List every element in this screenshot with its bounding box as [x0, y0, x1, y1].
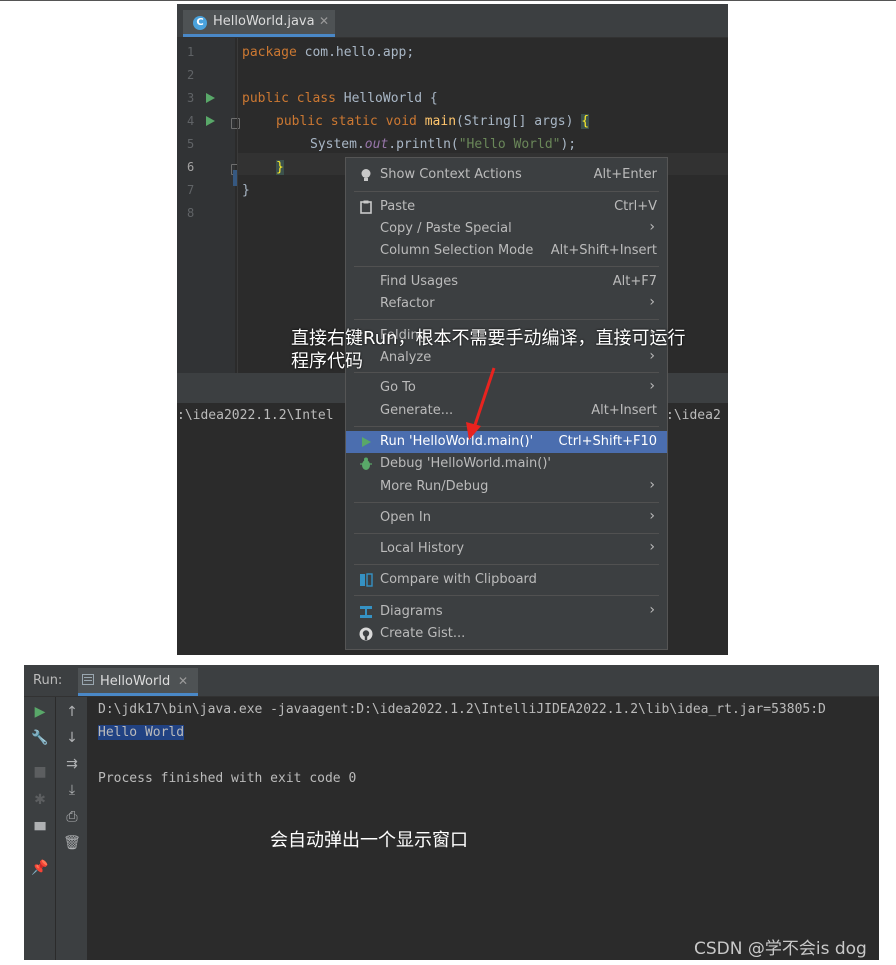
run-gutter-icon[interactable]	[206, 116, 215, 126]
menu-item-refactor[interactable]: Refactor ›	[346, 293, 667, 315]
debug-icon	[360, 457, 372, 470]
line-number: 5	[187, 137, 195, 151]
menu-separator	[354, 533, 659, 534]
line-number: 7	[187, 183, 195, 197]
editor-gutter: 1 2 3 4 5 6 7 8	[177, 38, 240, 373]
bulb-icon	[361, 169, 371, 181]
stop-icon[interactable]: ■	[31, 763, 49, 781]
menu-item-debug-helloworld[interactable]: Debug 'HelloWorld.main()'	[346, 453, 667, 475]
menu-item-copy-paste-special[interactable]: Copy / Paste Special ›	[346, 218, 667, 240]
trash-icon[interactable]: 🗑	[63, 834, 81, 852]
menu-item-more-run-debug[interactable]: More Run/Debug ›	[346, 476, 667, 498]
arrow-down-icon[interactable]: ↓	[63, 729, 81, 747]
diagram-icon	[360, 606, 372, 618]
menu-item-show-context-actions[interactable]: Show Context Actions Alt+Enter	[346, 164, 667, 186]
clipboard-icon	[360, 200, 372, 214]
submenu-arrow-icon: ›	[649, 219, 655, 235]
console-fragment-left: :\idea2022.1.2\Intel	[177, 408, 334, 423]
code-line-5[interactable]: System.out.println("Hello World");	[310, 137, 576, 152]
menu-item-find-usages[interactable]: Find Usages Alt+F7	[346, 271, 667, 293]
wrench-icon[interactable]: 🔧	[31, 729, 49, 747]
arrow-up-icon[interactable]: ↑	[63, 703, 81, 721]
run-gutter-icon[interactable]	[206, 93, 215, 103]
menu-item-column-selection-mode[interactable]: Column Selection Mode Alt+Shift+Insert	[346, 240, 667, 262]
submenu-arrow-icon: ›	[649, 539, 655, 555]
run-icon	[362, 437, 371, 447]
code-line-7[interactable]: }	[242, 183, 250, 198]
print-icon[interactable]: ⎙	[63, 808, 81, 826]
annotation-auto-popup: 会自动弹出一个显示窗口	[270, 830, 468, 851]
menu-separator	[354, 564, 659, 565]
line-number: 1	[187, 45, 195, 59]
menu-item-paste[interactable]: Paste Ctrl+V	[346, 196, 667, 218]
menu-item-diagrams[interactable]: Diagrams ›	[346, 601, 667, 623]
java-class-icon: C	[193, 16, 207, 30]
line-number: 6	[187, 160, 195, 174]
run-label: Run:	[33, 673, 63, 688]
line-number: 8	[187, 206, 195, 220]
file-tab-label: HelloWorld.java	[213, 14, 315, 29]
menu-separator	[354, 502, 659, 503]
gutter-divider	[237, 38, 238, 373]
code-line-4[interactable]: public static void main(String[] args) {	[276, 114, 590, 129]
console-line-command: D:\jdk17\bin\java.exe -javaagent:D:\idea…	[98, 702, 826, 717]
menu-separator	[354, 191, 659, 192]
compare-icon	[360, 573, 373, 587]
top-rule	[0, 0, 896, 1]
line-number: 4	[187, 114, 195, 128]
soft-wrap-icon[interactable]: ⇉	[63, 755, 81, 773]
context-menu: Show Context Actions Alt+Enter Paste Ctrl+…	[345, 157, 668, 650]
console-line-output: Hello World	[98, 725, 185, 740]
pin-icon[interactable]: 📌	[31, 859, 49, 877]
code-line-1[interactable]: package com.hello.app;	[242, 45, 414, 60]
code-line-3[interactable]: public class HelloWorld {	[242, 91, 438, 106]
file-tab-helloworld[interactable]: C HelloWorld.java ✕	[183, 10, 335, 37]
run-toolbar-primary: ▶ 🔧 ■ ✱ ▀ 📌	[24, 697, 55, 960]
console-line-exit: Process finished with exit code 0	[98, 771, 357, 786]
menu-item-compare-with-clipboard[interactable]: Compare with Clipboard	[346, 569, 667, 591]
menu-separator	[354, 319, 659, 320]
submenu-arrow-icon: ›	[649, 294, 655, 310]
menu-item-run-helloworld[interactable]: Run 'HelloWorld.main()' Ctrl+Shift+F10	[346, 431, 667, 453]
menu-separator	[354, 266, 659, 267]
menu-item-go-to[interactable]: Go To ›	[346, 377, 667, 399]
run-header: Run: HelloWorld ✕	[24, 665, 879, 697]
close-tab-icon[interactable]: ✕	[178, 674, 188, 688]
run-tool-window: Run: HelloWorld ✕ ▶ 🔧 ■ ✱ ▀ 📌 ↑ ↓ ⇉ ⤓ ⎙ …	[24, 665, 879, 960]
submenu-arrow-icon: ›	[649, 378, 655, 394]
fold-marker-icon[interactable]	[231, 118, 240, 129]
line-number: 2	[187, 68, 195, 82]
submenu-arrow-icon: ›	[649, 602, 655, 618]
menu-separator	[354, 426, 659, 427]
submenu-arrow-icon: ›	[649, 508, 655, 524]
line-number: 3	[187, 91, 195, 105]
console-tab-icon	[82, 674, 94, 685]
scroll-to-end-icon[interactable]: ⤓	[63, 781, 81, 799]
menu-separator	[354, 595, 659, 596]
rerun-icon[interactable]: ▶	[31, 703, 49, 721]
layout-icon[interactable]: ▀	[31, 822, 49, 840]
submenu-arrow-icon: ›	[649, 477, 655, 493]
code-line-6[interactable]: }	[276, 160, 284, 175]
csdn-watermark: CSDN @学不会is dog	[694, 939, 867, 959]
menu-item-open-in[interactable]: Open In ›	[346, 507, 667, 529]
run-toolbar-secondary: ↑ ↓ ⇉ ⤓ ⎙ 🗑	[55, 697, 87, 960]
console-fragment-right: :\idea2	[666, 408, 721, 423]
run-tab-helloworld[interactable]: HelloWorld ✕	[78, 668, 198, 696]
menu-item-generate[interactable]: Generate... Alt+Insert	[346, 400, 667, 422]
editor-tab-bar: C HelloWorld.java ✕	[177, 4, 728, 38]
github-icon	[359, 627, 373, 641]
red-arrow-icon	[466, 367, 496, 440]
menu-item-create-gist[interactable]: Create Gist...	[346, 623, 667, 645]
menu-item-local-history[interactable]: Local History ›	[346, 538, 667, 560]
close-tab-icon[interactable]: ✕	[319, 14, 329, 28]
debug-icon[interactable]: ✱	[31, 791, 49, 809]
run-tab-label: HelloWorld	[100, 674, 171, 689]
